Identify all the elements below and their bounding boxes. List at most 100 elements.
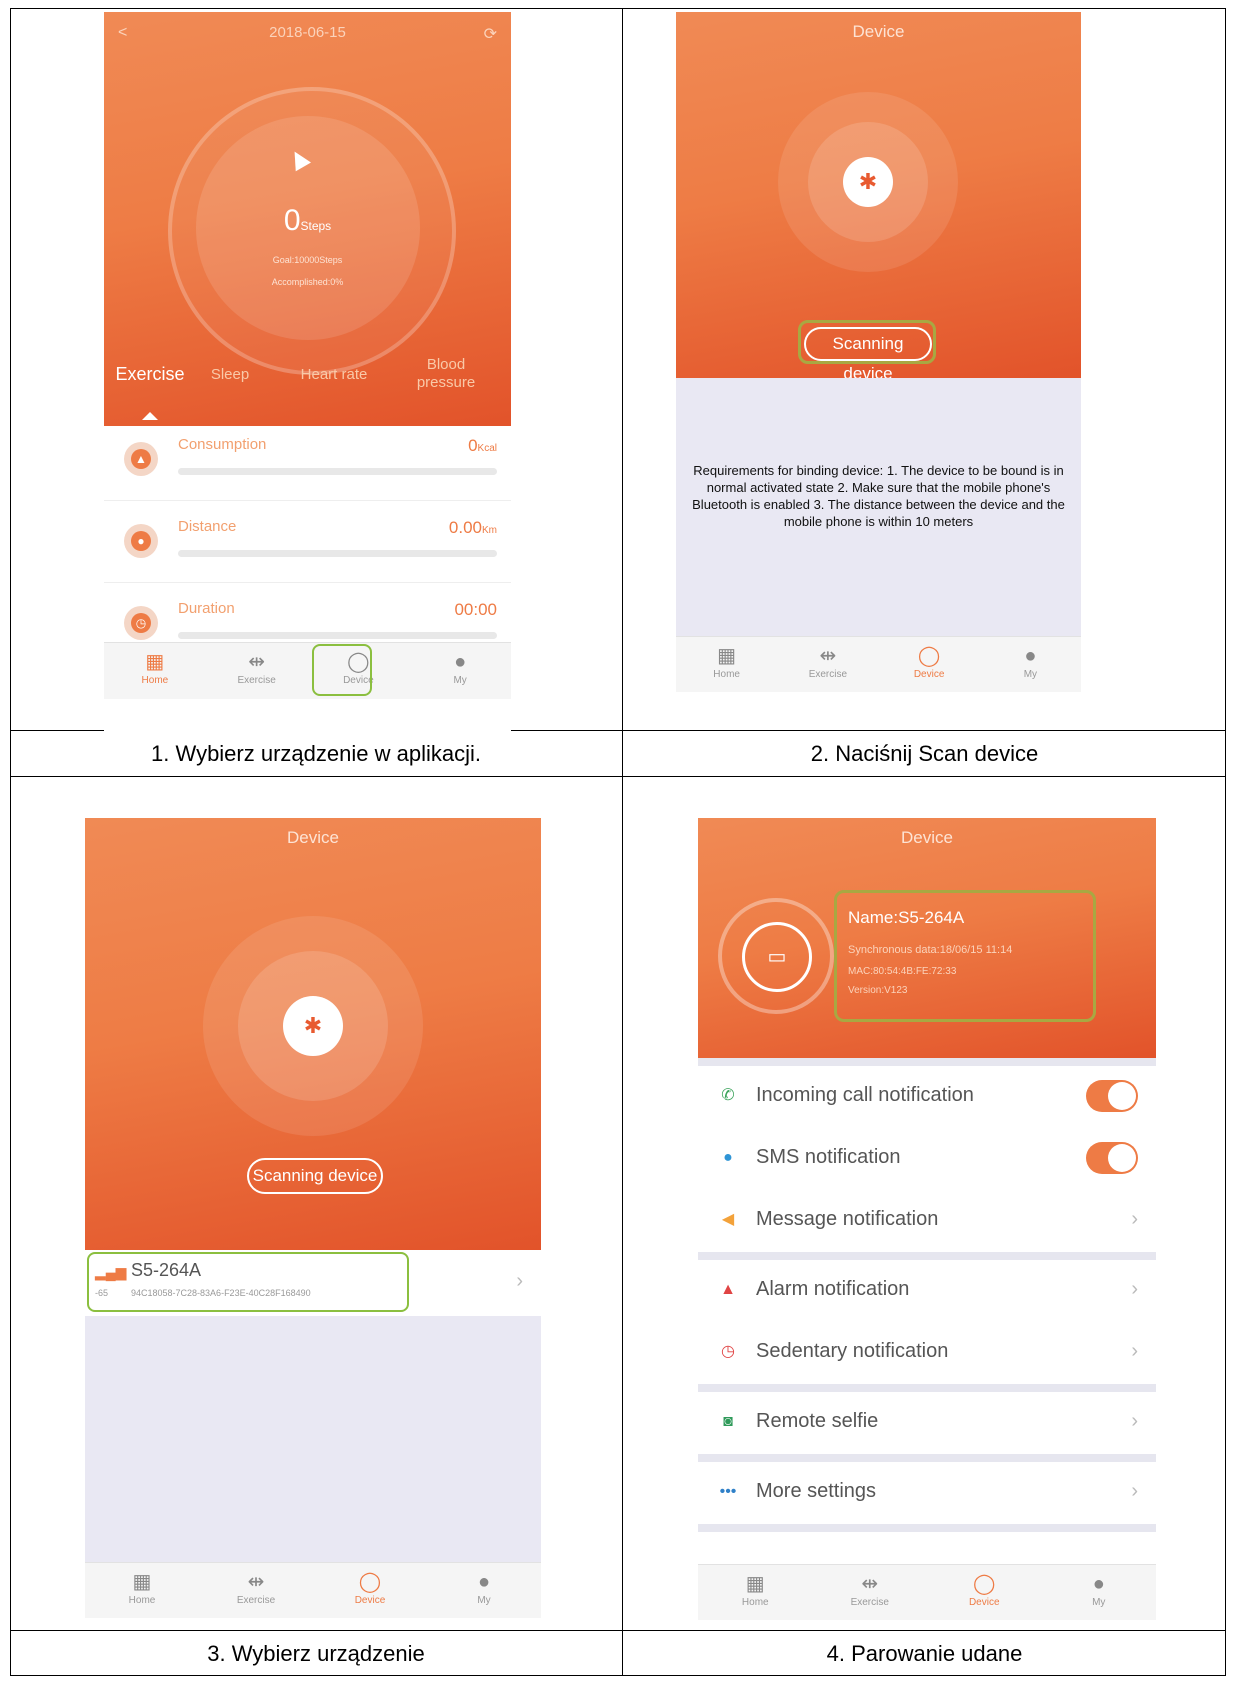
caption-step-3: 3. Wybierz urządzenie <box>207 1641 425 1666</box>
nav-home[interactable]: ▦ Home <box>698 1565 813 1620</box>
setting-label: Sedentary notification <box>756 1340 949 1362</box>
tab-blood-pressure[interactable]: Blood pressure <box>416 356 476 392</box>
device-row-highlight <box>87 1252 409 1312</box>
nav-home[interactable]: ▦ Home <box>676 637 777 692</box>
section-separator <box>698 1384 1156 1392</box>
chevron-right-icon: › <box>1131 1340 1138 1362</box>
metric-value: 0Kcal <box>468 436 497 455</box>
page-title: Device <box>287 828 339 847</box>
steps-value: 0 <box>283 204 301 237</box>
accomplished-label: Accomplished:0% <box>271 277 344 287</box>
location-pin-icon: ● <box>124 524 158 558</box>
speaker-icon: ◀ <box>721 1211 735 1228</box>
device-info-highlight <box>834 890 1096 1022</box>
scan-button-highlight <box>798 320 936 364</box>
binding-requirements-text: Requirements for binding device: 1. The … <box>692 463 1065 529</box>
flame-icon: ▲ <box>124 442 158 476</box>
setting-label: Incoming call notification <box>756 1084 974 1106</box>
scan-screen: Device ✱ Scanning device Requirements fo… <box>676 12 1081 692</box>
metric-consumption: ▲ Consumption 0Kcal <box>104 412 511 501</box>
goal-label: Goal:10000Steps <box>272 255 343 265</box>
chat-bubble-icon: ● <box>723 1149 733 1166</box>
metric-value: 0.00Km <box>448 518 497 537</box>
tab-exercise[interactable]: Exercise <box>110 364 190 385</box>
bottom-nav: ▦ Home ⇹ Exercise ◯ Device ● My <box>698 1564 1156 1620</box>
chevron-right-icon: › <box>1131 1480 1138 1502</box>
nav-my[interactable]: ● My <box>980 637 1081 692</box>
metric-progress-bar <box>178 550 497 557</box>
page-title: Device <box>852 22 905 41</box>
user-icon: ● <box>477 1571 491 1593</box>
nav-home[interactable]: ▦ Home <box>85 1563 199 1618</box>
chevron-right-icon: › <box>1131 1208 1138 1230</box>
nav-device[interactable]: ◯ Device <box>927 1565 1042 1620</box>
metric-label: Duration <box>178 600 235 617</box>
camera-icon: ◙ <box>723 1413 733 1430</box>
chevron-right-icon: › <box>516 1270 523 1292</box>
setting-label: Message notification <box>756 1208 939 1230</box>
dumbbell-icon: ⇹ <box>819 645 837 667</box>
user-icon: ● <box>1092 1573 1105 1595</box>
nav-device[interactable]: ◯ Device <box>313 1563 427 1618</box>
steps-display: 0Steps <box>104 204 511 238</box>
tab-sleep[interactable]: Sleep <box>200 366 260 383</box>
nav-my[interactable]: ● My <box>409 643 511 699</box>
page-title: Device <box>901 828 953 847</box>
ellipsis-icon: ••• <box>719 1483 737 1500</box>
watch-icon: ◯ <box>917 645 941 667</box>
user-icon: ● <box>1024 645 1037 667</box>
metric-progress-bar <box>178 632 497 639</box>
caption-step-2: 2. Naciśnij Scan device <box>810 741 1039 766</box>
section-separator <box>698 1252 1156 1260</box>
device-tab-highlight <box>312 644 372 696</box>
bottom-nav: ▦ Home ⇹ Exercise ◯ Device ● My <box>104 642 511 699</box>
nav-my[interactable]: ● My <box>427 1563 541 1618</box>
watch-icon: ◯ <box>973 1573 996 1595</box>
dumbbell-icon: ⇹ <box>861 1573 879 1595</box>
section-separator <box>698 1454 1156 1462</box>
home-screen: < 2018-06-15 ⟳ ▲ 0Steps Goal:10000Steps … <box>104 12 511 740</box>
chevron-right-icon: › <box>1131 1278 1138 1300</box>
setting-label: SMS notification <box>756 1146 901 1168</box>
tab-heart-rate[interactable]: Heart rate <box>284 366 384 383</box>
setting-row-incoming-call[interactable]: ✆ Incoming call notification <box>698 1066 1156 1129</box>
nav-exercise[interactable]: ⇹ Exercise <box>813 1565 928 1620</box>
setting-row-remote-selfie[interactable]: ◙ Remote selfie › <box>698 1392 1156 1455</box>
table-column-divider <box>622 8 623 1676</box>
bell-icon: ▲ <box>720 1281 736 1298</box>
scanning-device-button[interactable]: Scanning device <box>247 1158 383 1194</box>
nav-my[interactable]: ● My <box>1042 1565 1157 1620</box>
nav-exercise[interactable]: ⇹ Exercise <box>199 1563 313 1618</box>
setting-row-message[interactable]: ◀ Message notification › <box>698 1190 1156 1253</box>
chevron-right-icon: › <box>1131 1410 1138 1432</box>
user-icon: ● <box>454 651 467 673</box>
dumbbell-icon: ⇹ <box>248 651 265 673</box>
select-device-screen: Device ✱ Scanning device ▂▄▆ -65 S5-264A… <box>85 818 541 1618</box>
incoming-call-toggle[interactable] <box>1086 1080 1138 1112</box>
steps-unit: Steps <box>300 219 332 233</box>
metric-distance: ● Distance 0.00Km <box>104 494 511 583</box>
phone-icon: ✆ <box>721 1087 735 1104</box>
nav-home[interactable]: ▦ Home <box>104 643 206 699</box>
setting-label: Alarm notification <box>756 1278 910 1300</box>
metric-progress-bar <box>178 468 497 475</box>
metric-label: Consumption <box>178 436 267 453</box>
bottom-nav: ▦ Home ⇹ Exercise ◯ Device ● My <box>676 636 1081 692</box>
setting-row-alarm[interactable]: ▲ Alarm notification › <box>698 1260 1156 1323</box>
clock-icon: ◷ <box>124 606 158 640</box>
setting-row-more-settings[interactable]: ••• More settings › <box>698 1462 1156 1525</box>
section-separator <box>698 1058 1156 1066</box>
setting-row-sedentary[interactable]: ◷ Sedentary notification › <box>698 1322 1156 1385</box>
grid-icon: ▦ <box>717 645 737 667</box>
setting-row-sms[interactable]: ● SMS notification <box>698 1128 1156 1191</box>
nav-exercise[interactable]: ⇹ Exercise <box>206 643 308 699</box>
metric-label: Distance <box>178 518 237 535</box>
sms-toggle[interactable] <box>1086 1142 1138 1174</box>
metric-value: 00:00 <box>454 600 497 619</box>
setting-label: Remote selfie <box>756 1410 879 1432</box>
nav-exercise[interactable]: ⇹ Exercise <box>777 637 878 692</box>
refresh-icon[interactable]: ⟳ <box>484 24 497 44</box>
grid-icon: ▦ <box>745 1573 765 1595</box>
nav-device[interactable]: ◯ Device <box>879 637 980 692</box>
watch-icon: ◯ <box>358 1571 382 1593</box>
